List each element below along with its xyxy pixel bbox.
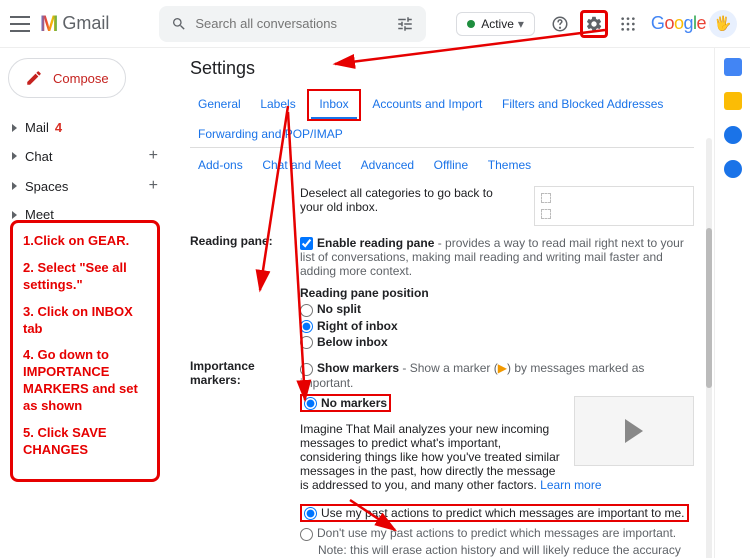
reading-pane-label: Reading pane:: [190, 234, 300, 351]
tune-icon[interactable]: [396, 15, 414, 33]
menu-icon[interactable]: [10, 16, 30, 32]
settings-panel: Settings General Labels Inbox Accounts a…: [170, 48, 714, 558]
learn-more-link[interactable]: Learn more: [540, 478, 601, 492]
sidebar-item-mail[interactable]: Mail4: [8, 114, 162, 141]
search-box[interactable]: [159, 6, 426, 42]
tab-themes[interactable]: Themes: [480, 152, 539, 178]
deselect-text: Deselect all categories to go back to yo…: [300, 186, 500, 214]
google-logo: Google: [651, 13, 706, 34]
settings-tabs: General Labels Inbox Accounts and Import…: [190, 89, 694, 148]
reading-pane-position-title: Reading pane position: [300, 286, 694, 300]
sidebar-item-spaces[interactable]: Spaces+: [8, 171, 162, 201]
category-placeholder: [534, 186, 694, 226]
page-title: Settings: [190, 58, 694, 79]
instruction-step: 3. Click on INBOX tab: [23, 304, 147, 338]
tab-forwarding[interactable]: Forwarding and POP/IMAP: [190, 121, 351, 147]
search-icon: [171, 16, 187, 32]
tab-chatmeet[interactable]: Chat and Meet: [254, 152, 349, 178]
account-avatar[interactable]: 🖐: [709, 10, 737, 38]
radio-show-markers[interactable]: [300, 363, 313, 376]
instruction-step: 5. Click SAVE CHANGES: [23, 425, 147, 459]
plus-icon[interactable]: +: [149, 147, 158, 165]
status-active[interactable]: Active▾: [456, 12, 535, 36]
play-icon: [625, 419, 643, 443]
tab-general[interactable]: General: [190, 91, 249, 117]
instruction-step: 2. Select "See all settings.": [23, 260, 147, 294]
help-icon[interactable]: [546, 10, 574, 38]
calendar-icon[interactable]: [724, 58, 742, 76]
tab-accounts[interactable]: Accounts and Import: [364, 91, 490, 117]
tab-labels[interactable]: Labels: [252, 91, 303, 117]
keep-icon[interactable]: [724, 92, 742, 110]
radio-use-past[interactable]: [304, 507, 317, 520]
importance-label: Importance markers:: [190, 359, 300, 558]
plus-icon[interactable]: +: [149, 177, 158, 195]
radio-no-markers[interactable]: [304, 397, 317, 410]
header: MGmail Active▾ Google 🖐: [0, 0, 750, 48]
tab-offline[interactable]: Offline: [426, 152, 476, 178]
radio-right-inbox[interactable]: [300, 320, 313, 333]
tab-filters[interactable]: Filters and Blocked Addresses: [494, 91, 671, 117]
radio-no-split[interactable]: [300, 304, 313, 317]
gmail-logo: MGmail: [40, 11, 109, 37]
apps-icon[interactable]: [614, 10, 642, 38]
enable-reading-pane-checkbox[interactable]: [300, 237, 313, 250]
radio-dont-use-past[interactable]: [300, 528, 313, 541]
tab-advanced[interactable]: Advanced: [353, 152, 422, 178]
sidebar-item-chat[interactable]: Chat+: [8, 141, 162, 171]
tasks-icon[interactable]: [724, 126, 742, 144]
contacts-icon[interactable]: [724, 160, 742, 178]
pencil-icon: [25, 69, 43, 87]
scrollbar-thumb[interactable]: [706, 228, 712, 388]
instruction-step: 4. Go down to IMPORTANCE MARKERS and set…: [23, 347, 147, 415]
video-thumbnail[interactable]: [574, 396, 694, 466]
compose-button[interactable]: Compose: [8, 58, 126, 98]
compose-label: Compose: [53, 71, 109, 86]
radio-below-inbox[interactable]: [300, 336, 313, 349]
importance-note: Note: this will erase action history and…: [318, 543, 694, 558]
instruction-step: 1.Click on GEAR.: [23, 233, 147, 250]
tab-inbox[interactable]: Inbox: [311, 91, 356, 119]
tab-addons[interactable]: Add-ons: [190, 152, 251, 178]
settings-tabs-2: Add-ons Chat and Meet Advanced Offline T…: [190, 152, 694, 178]
search-input[interactable]: [195, 16, 396, 31]
instructions-overlay: 1.Click on GEAR. 2. Select "See all sett…: [10, 220, 160, 482]
side-panel: [714, 48, 750, 558]
settings-gear-icon[interactable]: [580, 10, 608, 38]
